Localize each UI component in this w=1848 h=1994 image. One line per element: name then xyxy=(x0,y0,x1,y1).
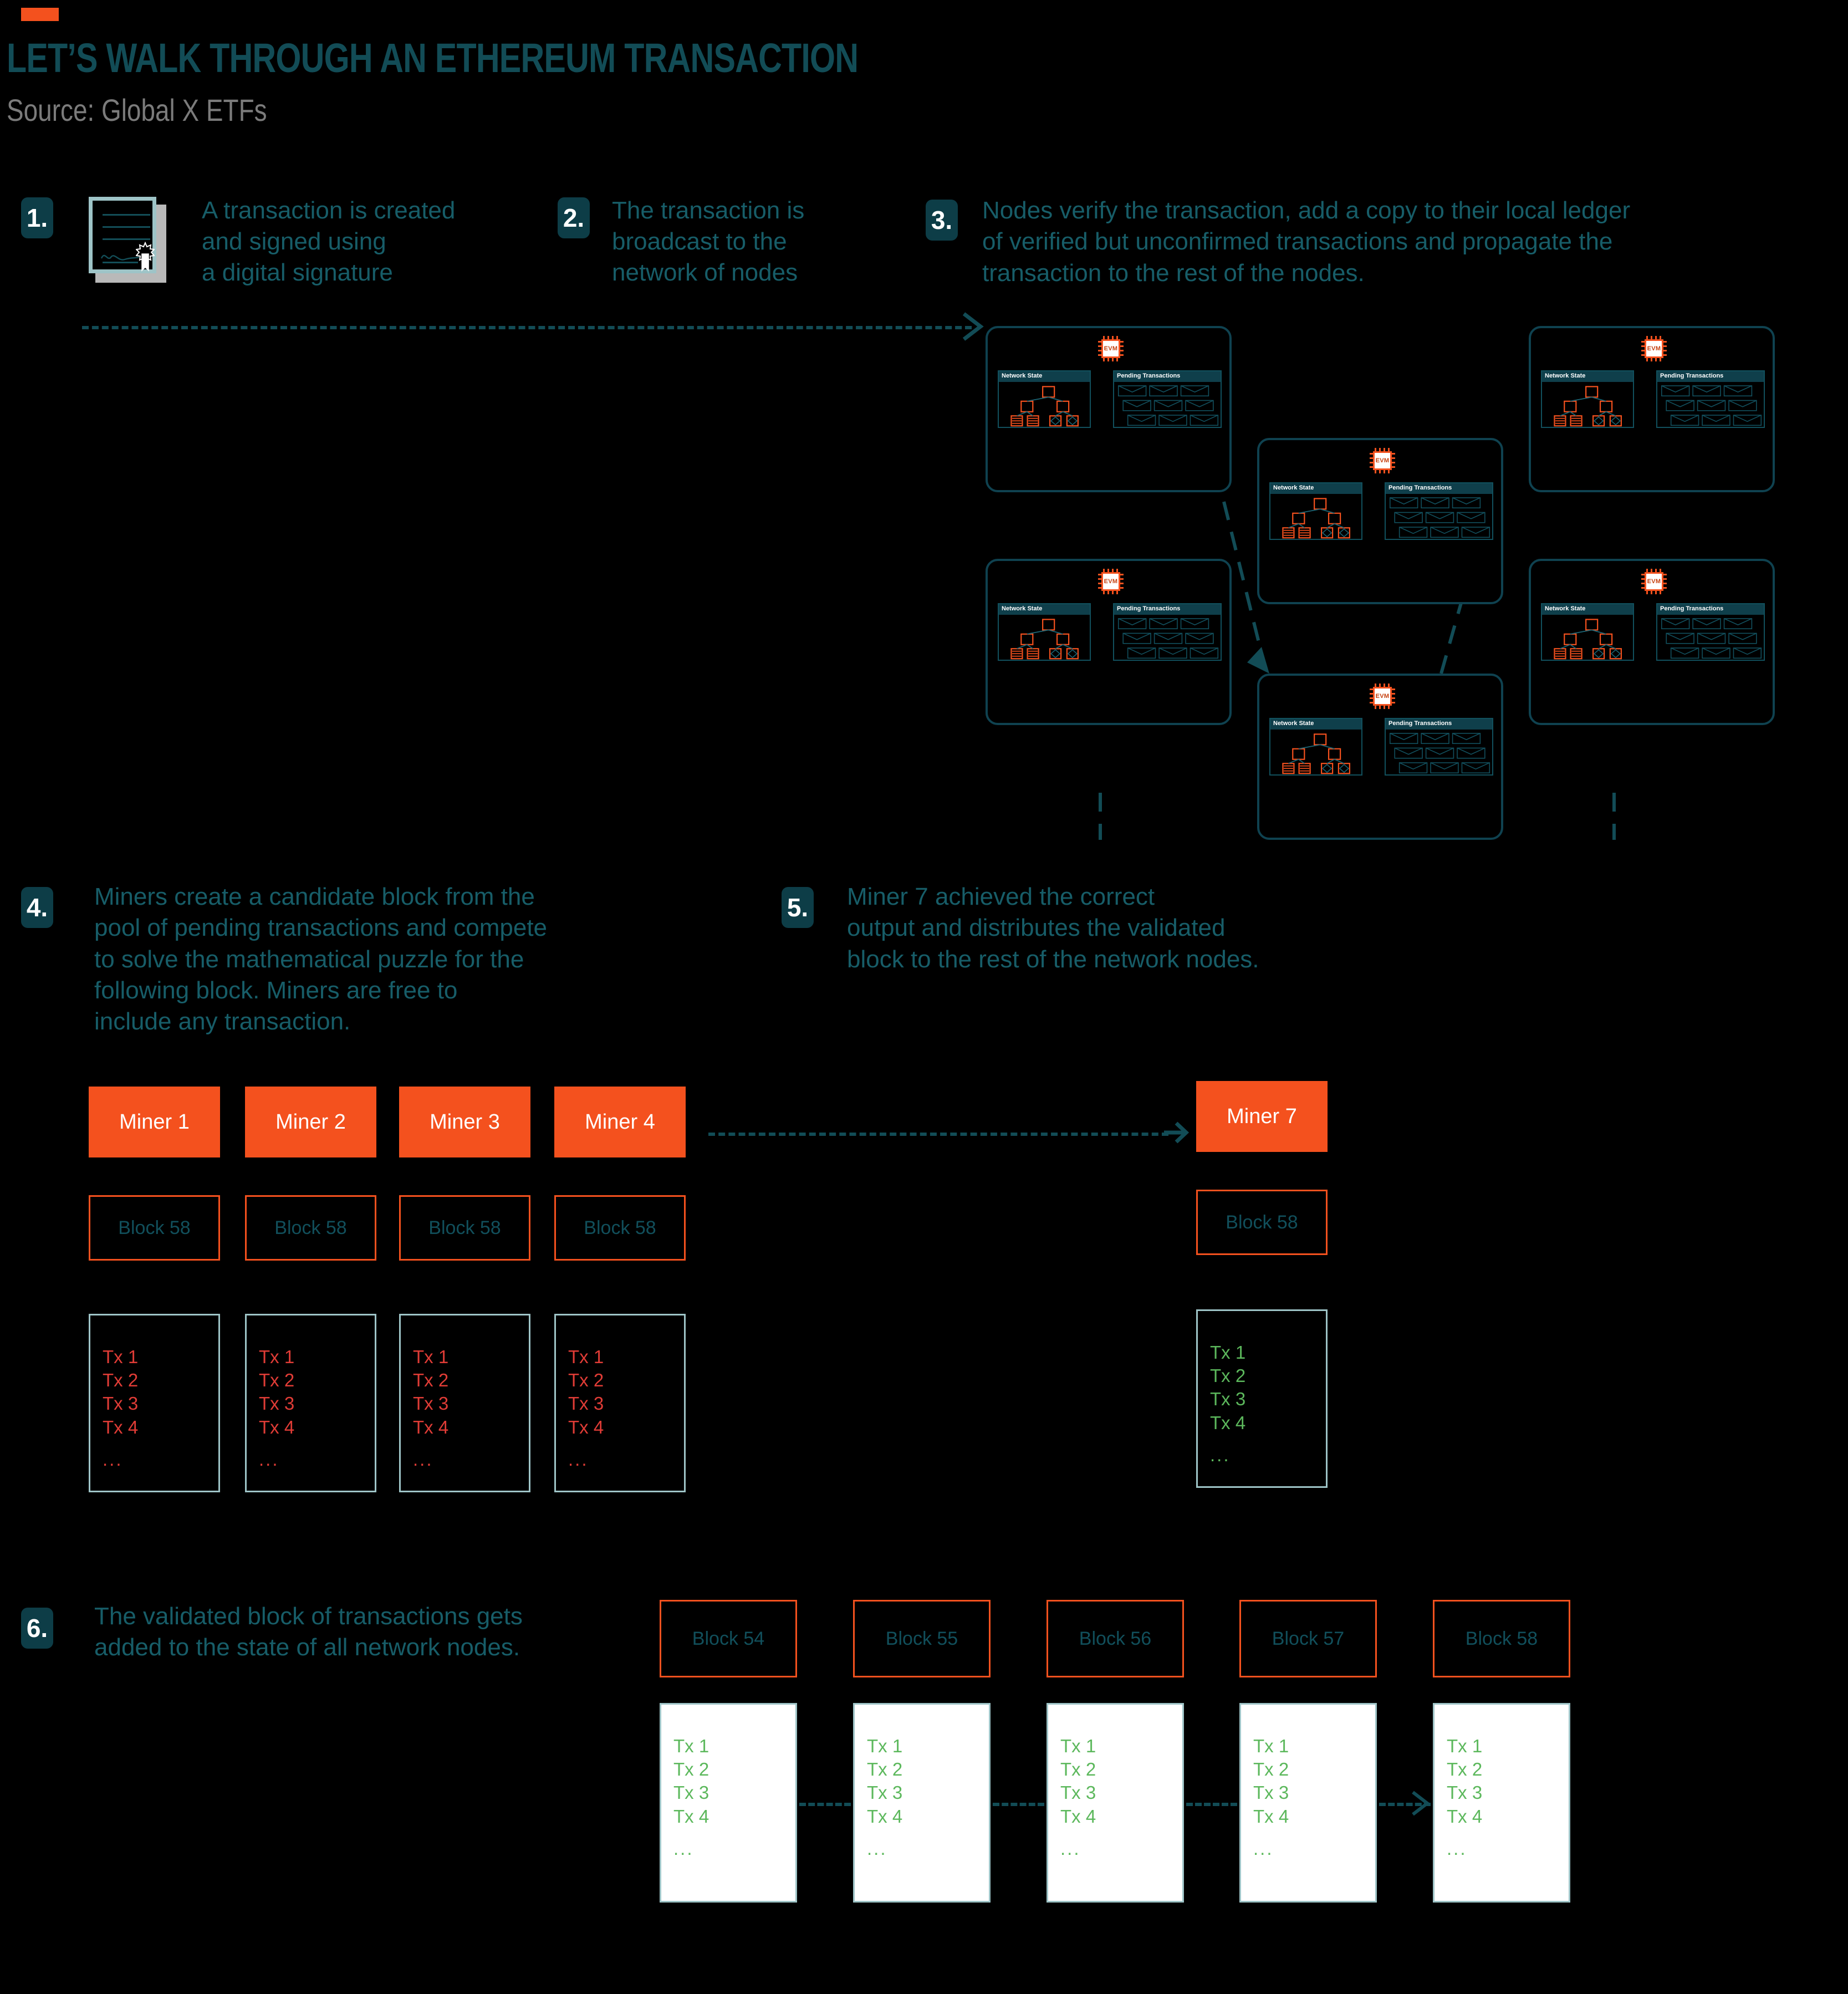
transaction-item: Tx 2 xyxy=(867,1759,903,1780)
chain-link-arrow-head xyxy=(1412,1791,1430,1816)
chain-link-arrow-1 xyxy=(799,1803,851,1806)
transaction-ellipsis: ... xyxy=(867,1838,887,1859)
chain-transaction-list-1[interactable]: Tx 1 Tx 2 Tx 3 Tx 4... xyxy=(660,1703,797,1903)
chain-transaction-list-4[interactable]: Tx 1 Tx 2 Tx 3 Tx 4... xyxy=(1239,1703,1377,1903)
chain-link-arrow-3 xyxy=(1186,1803,1237,1806)
transaction-ellipsis: ... xyxy=(673,1838,694,1859)
chain-block-1[interactable]: Block 54 xyxy=(660,1600,797,1677)
chain-block-2[interactable]: Block 55 xyxy=(853,1600,991,1677)
chain-transaction-list-3[interactable]: Tx 1 Tx 2 Tx 3 Tx 4... xyxy=(1046,1703,1184,1903)
transaction-item: Tx 4 xyxy=(1060,1806,1096,1827)
transaction-item: Tx 2 xyxy=(1447,1759,1483,1780)
blockchain-section: Block 54 Tx 1 Tx 2 Tx 3 Tx 4... Block 55 Tx 1T… xyxy=(0,0,1848,1994)
transaction-item: Tx 3 xyxy=(867,1782,903,1803)
transaction-item: Tx 4 xyxy=(673,1806,709,1827)
transaction-item: Tx 3 xyxy=(1447,1782,1483,1803)
chain-block-label: Block 55 xyxy=(885,1628,958,1649)
chain-block-3[interactable]: Block 56 xyxy=(1046,1600,1184,1677)
chain-block-label: Block 56 xyxy=(1079,1628,1152,1649)
chain-transaction-list-2[interactable]: Tx 1 Tx 2 Tx 3 Tx 4... xyxy=(853,1703,991,1903)
chain-block-label: Block 57 xyxy=(1272,1628,1345,1649)
chain-block-5[interactable]: Block 58 xyxy=(1433,1600,1570,1677)
transaction-item: Tx 1 xyxy=(1447,1736,1483,1756)
chain-transaction-list-5[interactable]: Tx 1 Tx 2 Tx 3 Tx 4... xyxy=(1433,1703,1570,1903)
transaction-item: Tx 1 xyxy=(1253,1736,1289,1756)
transaction-item: Tx 4 xyxy=(1447,1806,1483,1827)
transaction-item: Tx 3 xyxy=(1060,1782,1096,1803)
transaction-item: Tx 3 xyxy=(673,1782,709,1803)
transaction-item: Tx 4 xyxy=(1253,1806,1289,1827)
transaction-item: Tx 1 xyxy=(673,1736,709,1756)
transaction-ellipsis: ... xyxy=(1060,1838,1081,1859)
transaction-item: Tx 2 xyxy=(1253,1759,1289,1780)
transaction-item: Tx 1 xyxy=(867,1736,903,1756)
chain-block-label: Block 58 xyxy=(1465,1628,1538,1649)
transaction-ellipsis: ... xyxy=(1447,1838,1467,1859)
chain-block-label: Block 54 xyxy=(692,1628,765,1649)
transaction-ellipsis: ... xyxy=(1253,1838,1274,1859)
chain-link-arrow-2 xyxy=(993,1803,1044,1806)
transaction-item: Tx 4 xyxy=(867,1806,903,1827)
transaction-item: Tx 3 xyxy=(1253,1782,1289,1803)
chain-block-4[interactable]: Block 57 xyxy=(1239,1600,1377,1677)
transaction-item: Tx 2 xyxy=(1060,1759,1096,1780)
transaction-item: Tx 2 xyxy=(673,1759,709,1780)
transaction-item: Tx 1 xyxy=(1060,1736,1096,1756)
